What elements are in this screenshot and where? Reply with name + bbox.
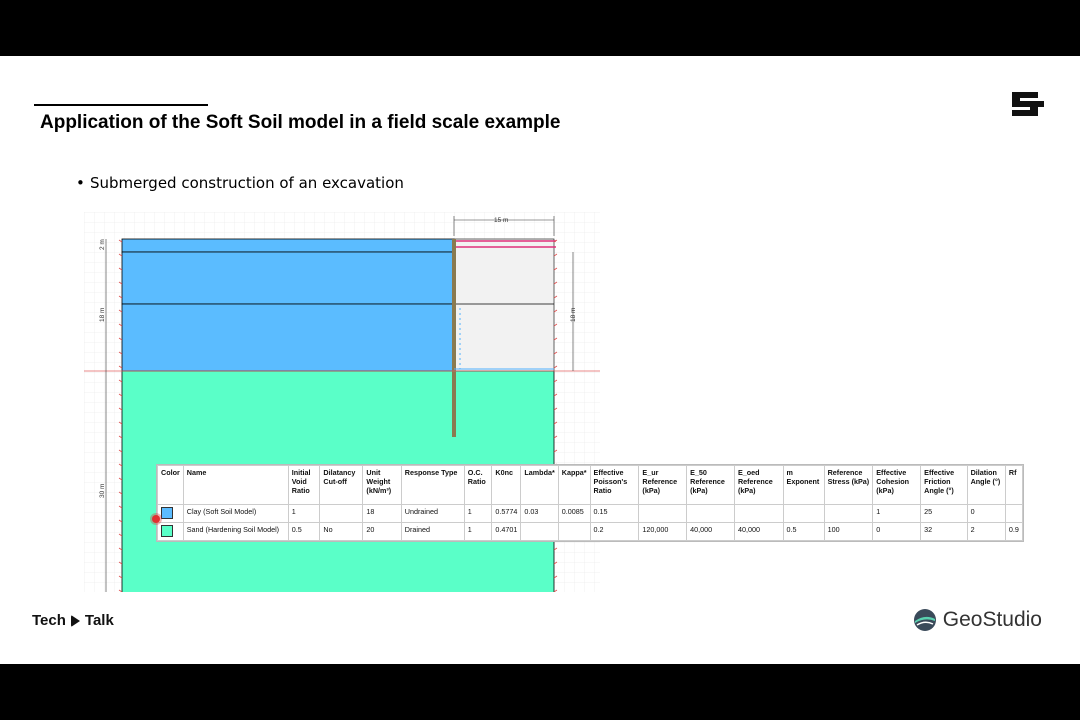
- table-cell: 25: [920, 504, 968, 523]
- col-dilatancy-cutoff: Dilatancy Cut-off: [319, 465, 364, 505]
- slide: Application of the Soft Soil model in a …: [0, 56, 1080, 664]
- table-cell: [782, 504, 825, 523]
- geostudio-globe-icon: [913, 609, 936, 631]
- table-cell: [520, 522, 559, 541]
- col-poisson: Effective Poisson's Ratio: [589, 465, 640, 505]
- table-row-clay[interactable]: Clay (Soft Soil Model) 1 18 Undrained 1 …: [157, 504, 1024, 523]
- col-lambda: Lambda*: [520, 465, 559, 505]
- table-cell: 0.4701: [491, 522, 522, 541]
- col-kappa: Kappa*: [557, 465, 591, 505]
- sand-color-swatch: [161, 525, 173, 537]
- col-effective-cohesion: Effective Cohesion (kPa): [872, 465, 922, 505]
- table-cell: [823, 504, 874, 523]
- tech-talk-logo: Tech Talk: [32, 612, 114, 629]
- table-cell: 1: [463, 504, 493, 523]
- table-cell: Clay (Soft Soil Model): [182, 504, 289, 523]
- col-unit-weight: Unit Weight (kN/m³): [362, 465, 402, 505]
- slide-title: Application of the Soft Soil model in a …: [40, 112, 561, 133]
- col-friction-angle: Effective Friction Angle (°): [920, 465, 968, 505]
- bullet-text: Submerged construction of an excavation: [90, 174, 404, 192]
- table-cell: 1: [463, 522, 493, 541]
- table-cell: 0.2: [589, 522, 640, 541]
- table-header-row: Color Name Initial Void Ratio Dilatancy …: [157, 465, 1024, 505]
- table-cell: 0.9: [1004, 522, 1024, 541]
- clay-layer-bottom[interactable]: [121, 303, 455, 372]
- col-name: Name: [182, 465, 289, 505]
- table-cell: Sand (Hardening Soil Model): [182, 522, 289, 541]
- table-cell: 1: [872, 504, 922, 523]
- col-k0nc: K0nc: [491, 465, 522, 505]
- dim-label-left-3: 30 m: [99, 484, 106, 498]
- dim-label-top: 15 m: [494, 217, 508, 224]
- table-cell: [686, 504, 735, 523]
- materials-table: Color Name Initial Void Ratio Dilatancy …: [157, 465, 1024, 541]
- table-cell: 18: [362, 504, 402, 523]
- table-row-sand[interactable]: Sand (Hardening Soil Model) 0.5 No 20 Dr…: [157, 522, 1024, 541]
- table-cell: [557, 522, 591, 541]
- table-cell: No: [319, 522, 364, 541]
- table-cell: 0.5: [782, 522, 825, 541]
- materials-table-panel: Color Name Initial Void Ratio Dilatancy …: [157, 465, 1024, 541]
- tech-label: Tech: [32, 612, 66, 629]
- table-cell: [638, 504, 688, 523]
- seequent-logo-icon: [1012, 92, 1044, 116]
- table-cell: 1: [287, 504, 321, 523]
- bullet-item: • Submerged construction of an excavation: [76, 174, 404, 192]
- table-cell: 0.15: [589, 504, 640, 523]
- col-e-ur: E_ur Reference (kPa): [638, 465, 688, 505]
- clay-color-swatch: [161, 507, 173, 519]
- table-cell: 0.03: [520, 504, 559, 523]
- col-dilation-angle: Dilation Angle (°): [966, 465, 1006, 505]
- table-cell: [1004, 504, 1024, 523]
- geostudio-label: GeoStudio: [942, 608, 1042, 631]
- table-cell: 20: [362, 522, 402, 541]
- table-cell: 0.0085: [557, 504, 591, 523]
- talk-label: Talk: [84, 612, 114, 629]
- clay-layer-mid[interactable]: [121, 251, 455, 305]
- col-color: Color: [157, 465, 184, 505]
- clay-layer-top[interactable]: [121, 238, 455, 253]
- table-cell: Drained: [400, 522, 465, 541]
- color-cell: [157, 504, 184, 523]
- col-reference-stress: Reference Stress (kPa): [823, 465, 874, 505]
- title-rule: [34, 104, 208, 106]
- table-cell: Undrained: [400, 504, 465, 523]
- geostudio-logo: GeoStudio: [913, 608, 1042, 632]
- table-cell: 32: [920, 522, 968, 541]
- dim-label-left-2: 18 m: [99, 308, 106, 322]
- col-initial-void-ratio: Initial Void Ratio: [287, 465, 321, 505]
- table-cell: 0: [966, 504, 1006, 523]
- play-icon: [70, 614, 80, 627]
- table-cell: 100: [823, 522, 874, 541]
- dim-label-left-1: 2 m: [99, 239, 106, 250]
- table-cell: 40,000: [686, 522, 735, 541]
- table-cell: 0.5: [287, 522, 321, 541]
- table-cell: [319, 504, 364, 523]
- mouse-pointer-icon: [152, 515, 160, 523]
- diaphragm-wall[interactable]: [452, 239, 456, 437]
- col-e-oed: E_oed Reference (kPa): [733, 465, 784, 505]
- bullet-dot: •: [76, 174, 85, 192]
- col-m-exponent: m Exponent: [782, 465, 825, 505]
- table-cell: 0: [872, 522, 922, 541]
- table-cell: 120,000: [638, 522, 688, 541]
- excavation-area: [453, 238, 555, 372]
- table-cell: 40,000: [733, 522, 784, 541]
- table-cell: 2: [966, 522, 1006, 541]
- col-rf: Rf: [1004, 465, 1024, 505]
- table-cell: [733, 504, 784, 523]
- col-oc-ratio: O.C. Ratio: [463, 465, 493, 505]
- col-e-50: E_50 Reference (kPa): [686, 465, 735, 505]
- col-response-type: Response Type: [400, 465, 465, 505]
- color-cell: [157, 522, 184, 541]
- dim-label-right: 18 m: [570, 308, 577, 322]
- table-cell: 0.5774: [491, 504, 522, 523]
